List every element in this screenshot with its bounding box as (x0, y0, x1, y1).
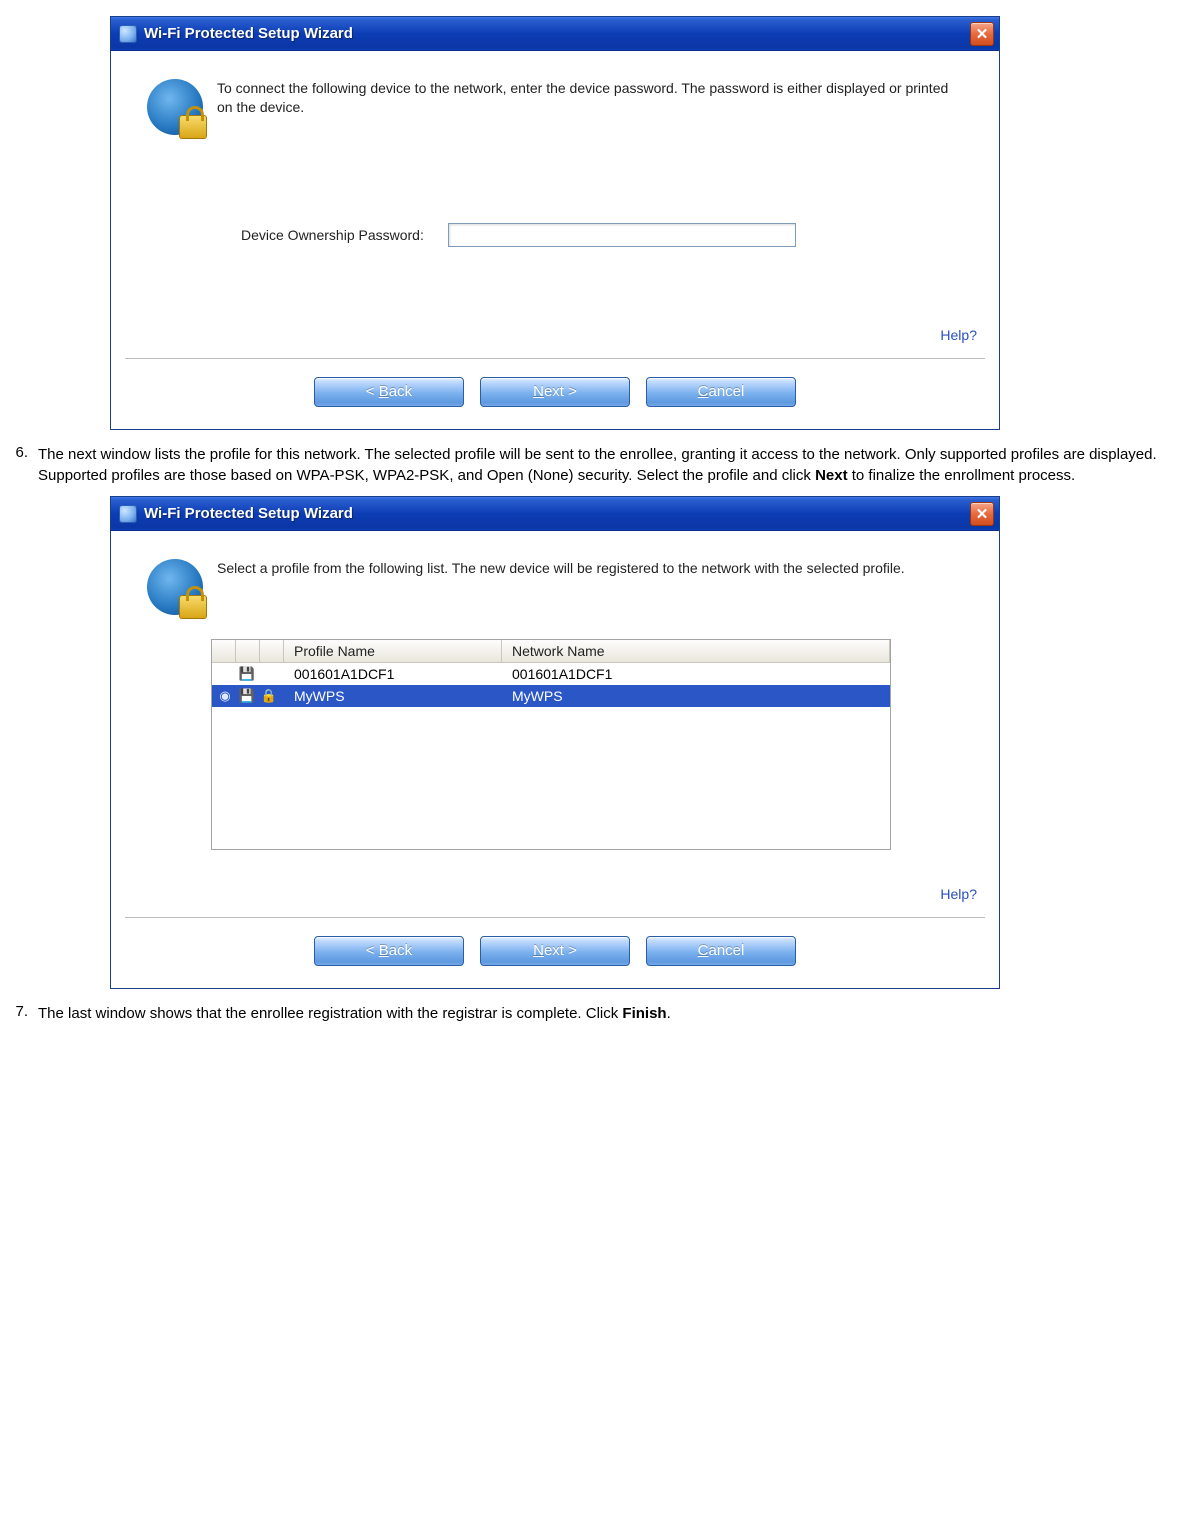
app-icon (119, 25, 137, 43)
wps-password-dialog: Wi-Fi Protected Setup Wizard ✕ To connec… (110, 16, 1000, 430)
titlebar-left: Wi-Fi Protected Setup Wizard (119, 505, 353, 523)
form-area: Device Ownership Password: (111, 143, 999, 287)
table-header: Profile Name Network Name (212, 639, 890, 663)
row-icons: ◉ 💾 🔒 (212, 687, 284, 705)
close-button[interactable]: ✕ (970, 502, 994, 526)
close-icon: ✕ (976, 505, 989, 523)
wps-profile-dialog: Wi-Fi Protected Setup Wizard ✕ Select a … (110, 496, 1000, 989)
close-button[interactable]: ✕ (970, 22, 994, 46)
app-icon (119, 505, 137, 523)
profile-icon: 💾 (236, 665, 258, 683)
button-row: < Back Next > Cancel (111, 918, 999, 988)
iconcol-3 (260, 640, 284, 662)
help-row: Help? (111, 287, 999, 352)
signal-icon: ◉ (214, 687, 236, 705)
info-text: To connect the following device to the n… (217, 79, 963, 135)
table-row[interactable]: 💾 001601A1DCF1 001601A1DCF1 (212, 663, 890, 685)
info-text: Select a profile from the following list… (217, 559, 905, 615)
step-text: The last window shows that the enrollee … (38, 1003, 671, 1024)
iconcol-2 (236, 640, 260, 662)
device-password-input[interactable] (448, 223, 796, 247)
profile-list-area: Profile Name Network Name 💾 001601A1DCF1… (111, 623, 999, 862)
window-title: Wi-Fi Protected Setup Wizard (144, 25, 353, 42)
titlebar[interactable]: Wi-Fi Protected Setup Wizard ✕ (111, 497, 999, 531)
titlebar-left: Wi-Fi Protected Setup Wizard (119, 25, 353, 43)
cell-network-name: MyWPS (502, 688, 890, 704)
step-7: 7. The last window shows that the enroll… (0, 1003, 1159, 1024)
cell-profile-name: 001601A1DCF1 (284, 666, 502, 682)
lock-icon (258, 665, 280, 683)
profile-table[interactable]: Profile Name Network Name 💾 001601A1DCF1… (211, 639, 891, 850)
dialog-body: To connect the following device to the n… (111, 51, 999, 429)
col-profile-name[interactable]: Profile Name (284, 640, 502, 662)
lock-icon: 🔒 (258, 687, 280, 705)
button-row: < Back Next > Cancel (111, 359, 999, 429)
help-row: Help? (111, 862, 999, 911)
col-network-name[interactable]: Network Name (502, 640, 890, 662)
back-button[interactable]: < Back (314, 936, 464, 966)
help-link[interactable]: Help? (940, 327, 977, 343)
iconcol-1 (212, 640, 236, 662)
info-row: Select a profile from the following list… (111, 531, 999, 623)
password-row: Device Ownership Password: (241, 223, 859, 247)
table-row[interactable]: ◉ 💾 🔒 MyWPS MyWPS (212, 685, 890, 707)
step-number: 6. (0, 444, 28, 486)
wifi-lock-icon (147, 79, 203, 135)
close-icon: ✕ (976, 25, 989, 43)
profile-icon: 💾 (236, 687, 258, 705)
cell-profile-name: MyWPS (284, 688, 502, 704)
cancel-button[interactable]: Cancel (646, 936, 796, 966)
table-body: 💾 001601A1DCF1 001601A1DCF1 ◉ 💾 🔒 MyWPS (212, 663, 890, 849)
step-number: 7. (0, 1003, 28, 1024)
next-button[interactable]: Next > (480, 377, 630, 407)
row-icons: 💾 (212, 665, 284, 683)
back-button[interactable]: < Back (314, 377, 464, 407)
step-text: The next window lists the profile for th… (38, 444, 1159, 486)
help-link[interactable]: Help? (940, 886, 977, 902)
signal-icon (214, 665, 236, 683)
cell-network-name: 001601A1DCF1 (502, 666, 890, 682)
info-row: To connect the following device to the n… (111, 51, 999, 143)
step-6: 6. The next window lists the profile for… (0, 444, 1159, 486)
titlebar[interactable]: Wi-Fi Protected Setup Wizard ✕ (111, 17, 999, 51)
window-title: Wi-Fi Protected Setup Wizard (144, 505, 353, 522)
cancel-button[interactable]: Cancel (646, 377, 796, 407)
password-label: Device Ownership Password: (241, 227, 424, 243)
wifi-lock-icon (147, 559, 203, 615)
dialog-body: Select a profile from the following list… (111, 531, 999, 988)
next-button[interactable]: Next > (480, 936, 630, 966)
